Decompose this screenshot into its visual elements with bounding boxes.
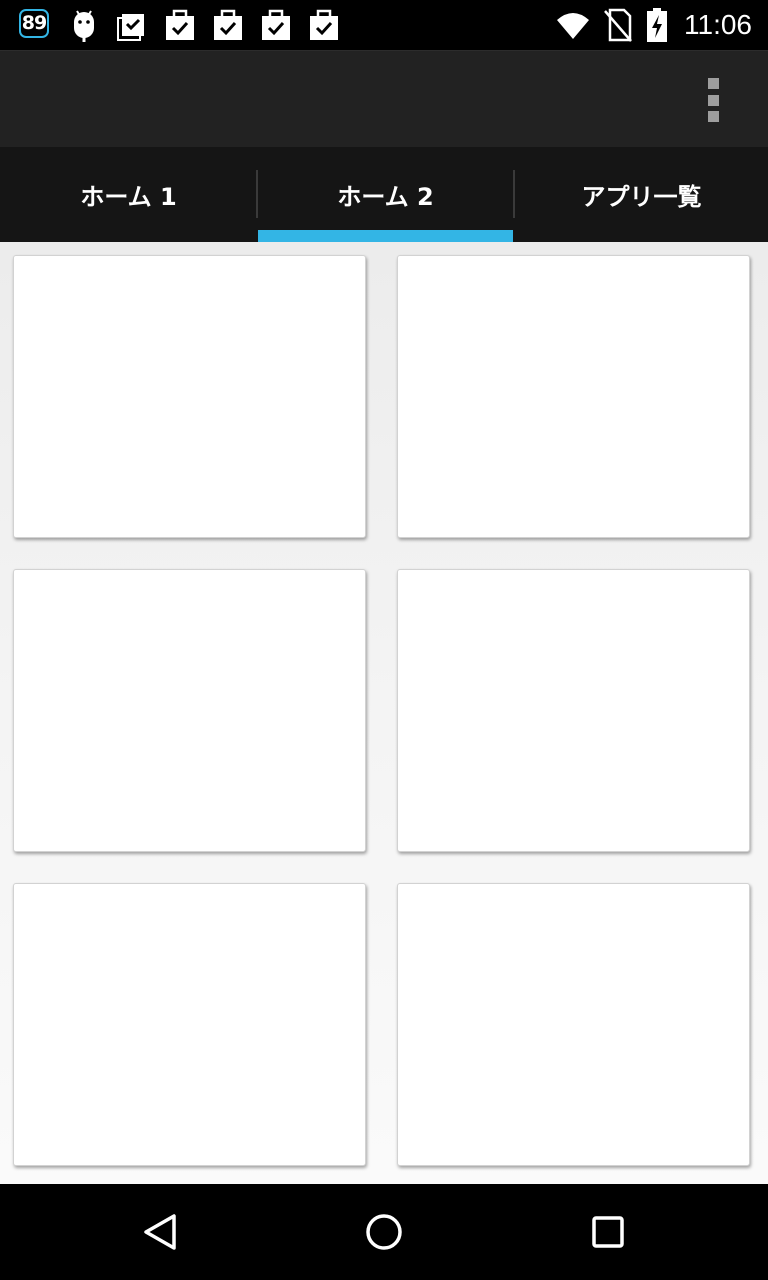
android-icon [74,10,94,42]
tab-home-2[interactable]: ホーム 2 [258,147,513,242]
notification-count-badge: 89 [19,9,49,38]
overflow-menu-icon[interactable] [706,78,720,122]
tab-bar: ホーム 1 ホーム 2 アプリ一覧 [0,147,768,242]
home-button[interactable] [356,1204,412,1260]
widget-card[interactable] [13,883,366,1166]
clipboard-check-icon [117,14,144,41]
tab-label: ホーム 2 [337,183,434,211]
battery-charging-icon [647,8,667,42]
back-button[interactable] [132,1204,188,1260]
tab-label: アプリ一覧 [581,183,702,211]
widget-card[interactable] [397,255,750,538]
home-circle-icon [366,1214,402,1250]
wifi-icon [557,13,589,39]
recents-button[interactable] [580,1204,636,1260]
no-sim-icon [604,8,632,42]
bag-check-icon [262,9,290,40]
bag-check-icon [214,9,242,40]
tab-label: ホーム 1 [80,183,177,211]
home-grid [0,242,768,1184]
status-bar: 89 11:06 [0,0,768,50]
back-triangle-icon [144,1214,176,1250]
recents-square-icon [592,1216,624,1248]
widget-card[interactable] [13,569,366,852]
bag-check-icon [166,9,194,40]
widget-card[interactable] [13,255,366,538]
action-bar [0,50,768,147]
selected-tab-indicator [258,230,513,242]
navigation-bar [0,1184,768,1280]
widget-card[interactable] [397,569,750,852]
tab-app-list[interactable]: アプリ一覧 [515,147,768,242]
status-clock: 11:06 [684,9,752,40]
bag-check-icon [310,9,338,40]
tab-home-1[interactable]: ホーム 1 [0,147,257,242]
widget-card[interactable] [397,883,750,1166]
